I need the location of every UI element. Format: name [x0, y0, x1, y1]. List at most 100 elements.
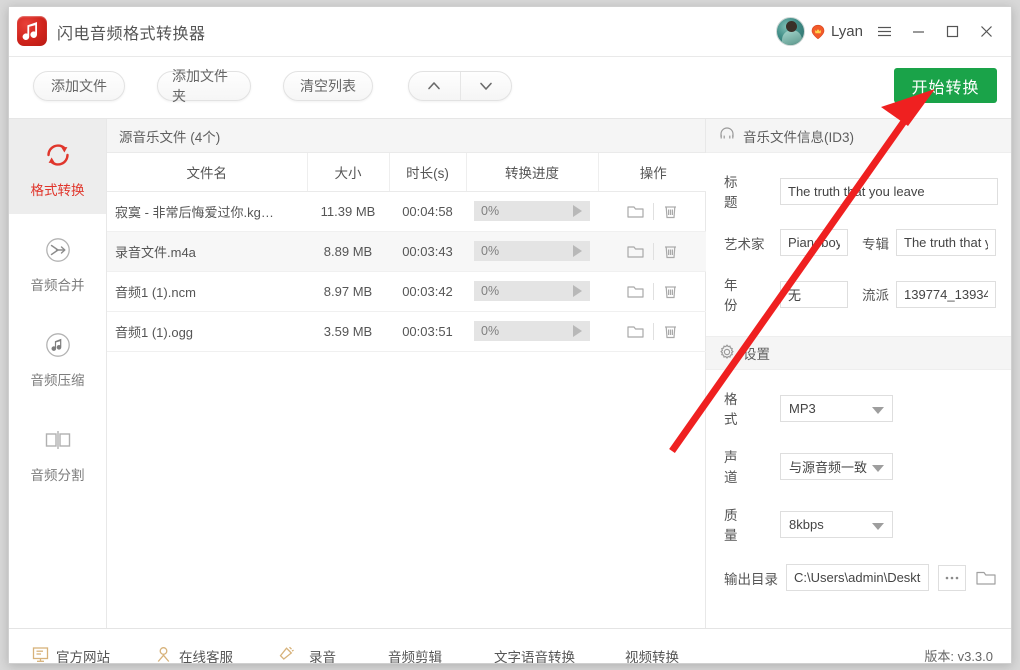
- cell-actions: [598, 191, 708, 231]
- footer-item-official-site[interactable]: 官方网站: [31, 645, 110, 665]
- id3-title-label: 标 题: [724, 171, 780, 211]
- sidebar-item-label: 音频压缩: [31, 369, 85, 389]
- table-row[interactable]: 音频1 (1).ogg 3.59 MB 00:03:51 0%: [107, 311, 708, 351]
- footer-item-label: 录音: [309, 646, 336, 665]
- footer-item-label: 官方网站: [56, 646, 110, 665]
- settings-section-header: 设置: [706, 336, 1011, 370]
- sidebar-item-format-convert[interactable]: 格式转换: [9, 119, 106, 214]
- microphone-icon: [275, 645, 295, 665]
- id3-artist-album-row: 艺术家 专辑: [706, 229, 1011, 256]
- id3-artist-input[interactable]: [780, 229, 848, 256]
- application-window: 闪电音频格式转换器 Lyan: [8, 6, 1012, 664]
- play-triangle-icon[interactable]: [573, 285, 582, 297]
- progress-bar: 0%: [474, 281, 590, 301]
- quality-select[interactable]: 8kbps: [780, 511, 893, 538]
- gear-icon: [718, 343, 736, 364]
- quality-label: 质 量: [724, 504, 780, 544]
- output-dir-input[interactable]: [786, 564, 929, 591]
- merge-arrows-circle-icon: [42, 230, 74, 270]
- clear-list-button[interactable]: 清空列表: [283, 71, 373, 101]
- column-header-filename[interactable]: 文件名: [107, 153, 307, 191]
- id3-title-row: 标 题: [706, 171, 1011, 211]
- add-file-button[interactable]: 添加文件: [33, 71, 125, 101]
- cell-filename: 音频1 (1).ogg: [107, 311, 307, 351]
- play-triangle-icon[interactable]: [573, 325, 582, 337]
- sidebar-item-audio-compress[interactable]: 音频压缩: [9, 309, 106, 404]
- footer-item-record[interactable]: 录音: [275, 645, 336, 665]
- open-folder-icon[interactable]: [619, 242, 653, 261]
- progress-bar: 0%: [474, 241, 590, 261]
- format-value: MP3: [789, 401, 816, 416]
- open-folder-icon[interactable]: [619, 202, 653, 221]
- quality-row: 质 量 8kbps: [706, 504, 1011, 544]
- cell-duration: 00:03:42: [389, 271, 466, 311]
- id3-year-input[interactable]: [780, 281, 848, 308]
- headphones-icon: [718, 125, 736, 146]
- trash-icon[interactable]: [654, 202, 688, 221]
- avatar[interactable]: [776, 17, 805, 46]
- id3-year-label: 年 份: [724, 274, 780, 314]
- cell-size: 3.59 MB: [307, 311, 389, 351]
- move-down-button[interactable]: [460, 72, 512, 100]
- open-folder-icon[interactable]: [619, 282, 653, 301]
- monitor-icon: [31, 645, 50, 665]
- cell-actions: [598, 271, 708, 311]
- table-row[interactable]: 寂寞 - 非常后悔爱过你.kg… 11.39 MB 00:04:58 0%: [107, 191, 708, 231]
- format-row: 格 式 MP3: [706, 388, 1011, 428]
- title-bar: 闪电音频格式转换器 Lyan: [9, 7, 1011, 57]
- channel-select[interactable]: 与源音频一致: [780, 453, 893, 480]
- id3-title-input[interactable]: [780, 178, 998, 205]
- sidebar-item-audio-merge[interactable]: 音频合并: [9, 214, 106, 309]
- user-account-area[interactable]: Lyan: [776, 17, 863, 46]
- progress-label: 0%: [481, 204, 499, 218]
- trash-icon[interactable]: [654, 242, 688, 261]
- settings-section-title: 设置: [743, 343, 770, 363]
- id3-album-label: 专辑: [862, 233, 889, 253]
- reorder-button-group: [408, 71, 512, 101]
- close-icon[interactable]: [969, 15, 1003, 47]
- quality-value: 8kbps: [789, 517, 824, 532]
- id3-artist-label: 艺术家: [724, 233, 780, 253]
- id3-section-header: 音乐文件信息(ID3): [706, 119, 1011, 153]
- cell-duration: 00:03:43: [389, 231, 466, 271]
- table-row[interactable]: 录音文件.m4a 8.89 MB 00:03:43 0%: [107, 231, 708, 271]
- column-header-duration[interactable]: 时长(s): [389, 153, 466, 191]
- sidebar-item-label: 格式转换: [31, 179, 85, 199]
- open-output-folder-icon[interactable]: [975, 568, 997, 588]
- trash-icon[interactable]: [654, 322, 688, 341]
- table-row[interactable]: 音频1 (1).ncm 8.97 MB 00:03:42 0%: [107, 271, 708, 311]
- add-folder-button[interactable]: 添加文件夹: [157, 71, 251, 101]
- footer-item-video-convert[interactable]: 视频转换: [625, 646, 679, 665]
- progress-label: 0%: [481, 324, 499, 338]
- cell-size: 8.89 MB: [307, 231, 389, 271]
- column-header-progress[interactable]: 转换进度: [466, 153, 598, 191]
- format-select[interactable]: MP3: [780, 395, 893, 422]
- person-icon: [154, 645, 173, 665]
- cell-duration: 00:03:51: [389, 311, 466, 351]
- minimize-icon[interactable]: [901, 15, 935, 47]
- footer-item-text-to-speech[interactable]: 文字语音转换: [494, 646, 575, 665]
- cell-size: 8.97 MB: [307, 271, 389, 311]
- id3-genre-input[interactable]: [896, 281, 996, 308]
- open-folder-icon[interactable]: [619, 322, 653, 341]
- browse-ellipsis-icon[interactable]: [938, 565, 966, 591]
- hamburger-menu-icon[interactable]: [867, 15, 901, 47]
- cell-actions: [598, 231, 708, 271]
- refresh-circle-icon: [42, 135, 74, 175]
- play-triangle-icon[interactable]: [573, 205, 582, 217]
- play-triangle-icon[interactable]: [573, 245, 582, 257]
- footer-item-audio-edit[interactable]: 音频剪辑: [388, 646, 442, 665]
- cell-actions: [598, 311, 708, 351]
- start-convert-button[interactable]: 开始转换: [894, 68, 997, 103]
- output-dir-label: 输出目录: [724, 568, 786, 588]
- footer-item-label: 在线客服: [179, 646, 233, 665]
- maximize-icon[interactable]: [935, 15, 969, 47]
- sidebar-item-audio-split[interactable]: 音频分割: [9, 404, 106, 499]
- move-up-button[interactable]: [409, 72, 460, 100]
- footer-item-online-support[interactable]: 在线客服: [154, 645, 233, 665]
- trash-icon[interactable]: [654, 282, 688, 301]
- id3-album-input[interactable]: [896, 229, 996, 256]
- column-header-size[interactable]: 大小: [307, 153, 389, 191]
- cell-filename: 音频1 (1).ncm: [107, 271, 307, 311]
- cell-filename: 寂寞 - 非常后悔爱过你.kg…: [107, 191, 307, 231]
